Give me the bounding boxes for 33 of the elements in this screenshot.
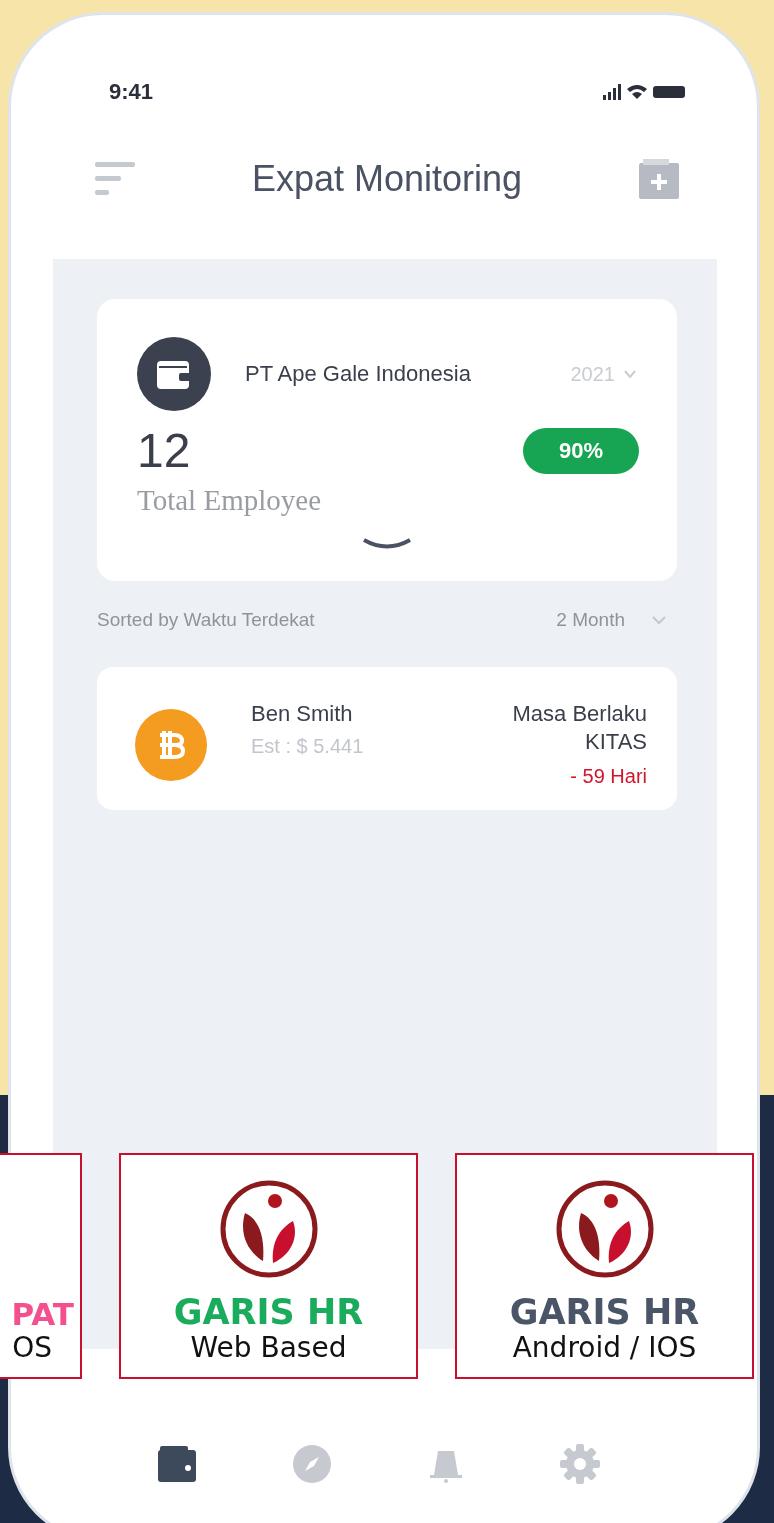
sort-label: Sorted by Waktu Terdekat [97, 609, 315, 631]
promo-title: PAT [11, 1297, 75, 1332]
remaining-days: - 59 Hari [570, 765, 647, 788]
count-label: Total Employee [137, 484, 322, 517]
promo-title: GARIS HR [173, 1292, 364, 1332]
promo-subtitle: OS [12, 1331, 53, 1365]
wifi-icon [627, 84, 647, 100]
document-type: KITAS [585, 729, 647, 755]
signal-icon [603, 84, 621, 100]
period-dropdown[interactable]: 2 Month [556, 609, 667, 631]
employee-estimate: Est : $ 5.441 [251, 735, 364, 758]
header-title: Expat Monitoring [251, 158, 523, 200]
promo-subtitle: Android / IOS [512, 1331, 697, 1365]
promo-title: GARIS HR [509, 1292, 700, 1332]
employee-count: 12 [137, 423, 191, 478]
add-document-icon[interactable] [639, 159, 679, 199]
company-name: PT Ape Gale Indonesia [245, 361, 471, 387]
status-time: 9:41 [109, 79, 154, 105]
percentage-badge: 90% [522, 427, 639, 474]
wallet-icon [158, 1446, 198, 1482]
compass-icon [292, 1444, 332, 1484]
battery-icon [653, 86, 685, 98]
logo-icon [218, 1178, 319, 1279]
promo-subtitle: Web Based [190, 1331, 347, 1365]
settings-icon [560, 1444, 600, 1484]
employee-card[interactable]: Ben Smith Est : $ 5.441 Masa Berlaku KITAS - 59 Hari [97, 667, 677, 810]
employee-name: Ben Smith [251, 701, 354, 727]
caret-icon [623, 369, 637, 379]
logo-icon [554, 1178, 655, 1279]
menu-icon[interactable] [95, 162, 135, 196]
validity-label: Masa Berlaku [512, 701, 647, 727]
caret-icon [651, 615, 667, 625]
expand-chevron-icon[interactable] [362, 537, 412, 551]
